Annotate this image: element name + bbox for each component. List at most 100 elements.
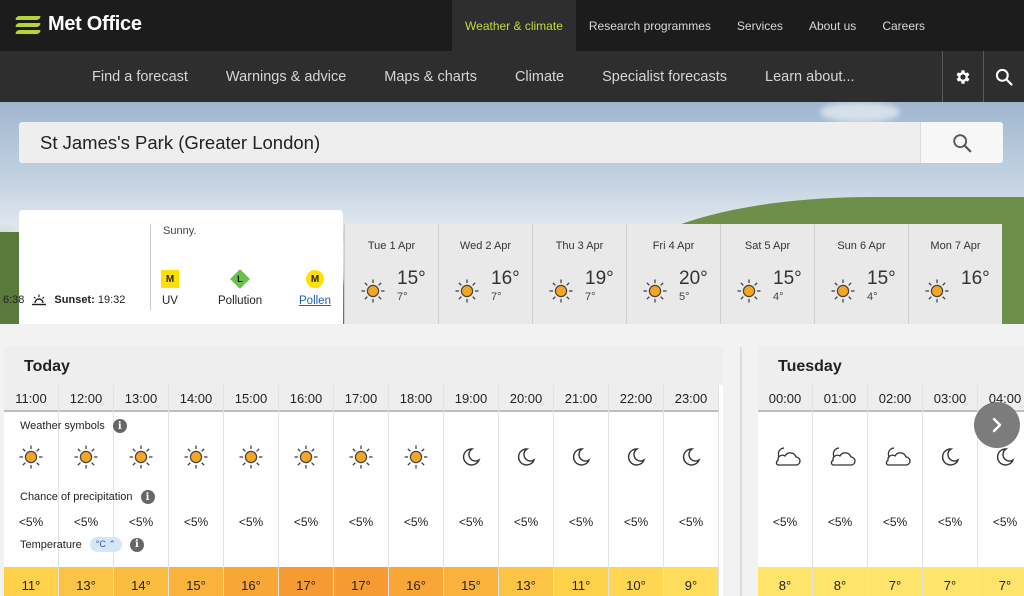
nav-find-forecast[interactable]: Find a forecast: [73, 51, 207, 102]
cloudy-night-icon: [885, 447, 911, 466]
top-nav-careers[interactable]: Careers: [869, 0, 1024, 51]
day-tab[interactable]: Sat 5 Apr 15° 4°: [720, 224, 814, 324]
sun-icon: [831, 279, 855, 303]
sun-icon: [19, 445, 43, 469]
day-tab[interactable]: Fri 4 Apr 20° 5°: [626, 224, 720, 324]
pollen-badge: M: [305, 270, 324, 288]
temperature-label: Temperature °C ⌃ i: [20, 537, 144, 552]
search-icon: [995, 68, 1013, 86]
hour-time: 01:00: [813, 385, 867, 412]
moon-icon: [462, 448, 481, 466]
sun-icon: [549, 279, 573, 303]
sun-icon: [349, 445, 373, 469]
today-heading: Today: [4, 347, 723, 385]
hour-temperature: 16°: [224, 567, 278, 596]
hour-temperature: 8°: [813, 567, 867, 596]
cloudy-night-icon: [775, 447, 801, 466]
sun-icon: [294, 445, 318, 469]
hour-temperature: 17°: [279, 567, 333, 596]
day-high-temp: 15°: [773, 268, 802, 289]
info-icon[interactable]: i: [140, 490, 155, 504]
sunset-time: 19:32: [97, 294, 126, 306]
tuesday-hourly-panel: Tuesday 00:00 <5% 8° 01:00 <5% 8° 02:00 <5% 7° 03…: [758, 347, 1024, 596]
precipitation-chance: <5%: [623, 515, 649, 529]
hour-temperature: 11°: [554, 567, 608, 596]
hour-temperature: 16°: [389, 567, 443, 596]
hour-time: 13:00: [114, 385, 168, 412]
day-tab[interactable]: Tue 1 Apr 15° 7°: [344, 224, 438, 324]
hour-temperature: 7°: [923, 567, 977, 596]
next-hours-button[interactable]: [974, 402, 1020, 448]
uv-indicator: M UV: [161, 270, 179, 307]
nav-warnings[interactable]: Warnings & advice: [207, 51, 365, 102]
nav-specialist[interactable]: Specialist forecasts: [583, 51, 746, 102]
location-hero: St James's Park (Greater London) 6:38 Su…: [0, 102, 1024, 324]
hour-temperature: 8°: [758, 567, 812, 596]
sun-icon: [239, 445, 263, 469]
day-tab[interactable]: Thu 3 Apr 19° 7°: [532, 224, 626, 324]
precipitation-chance: <5%: [293, 515, 319, 529]
top-bar: Met Office Weather & climate Research pr…: [0, 0, 1024, 51]
hour-time: 16:00: [279, 385, 333, 412]
temperature-unit-toggle[interactable]: °C ⌃: [89, 537, 122, 552]
day-tab[interactable]: Mon 7 Apr 16°: [908, 224, 1002, 324]
sunset-label: Sunset:: [54, 294, 95, 306]
precipitation-chance: <5%: [568, 515, 594, 529]
hour-time: 23:00: [664, 385, 718, 412]
daily-forecast-tabs: Tue 1 Apr 15° 7° Wed 2 Apr 16° 7° Thu 3 Apr 19°…: [344, 224, 1002, 324]
day-low-temp: 5°: [679, 291, 690, 303]
uv-badge: M: [161, 270, 179, 288]
hour-column: 14:00 <5% 15°: [169, 385, 224, 596]
met-office-logo[interactable]: Met Office: [14, 13, 142, 36]
precipitation-chance: <5%: [513, 515, 539, 529]
hour-time: 00:00: [758, 385, 812, 412]
info-icon[interactable]: i: [112, 419, 127, 433]
hour-column: 21:00 <5% 11°: [554, 385, 609, 596]
location-search-button[interactable]: [920, 122, 1003, 163]
logo-icon: [14, 14, 42, 36]
location-search: St James's Park (Greater London): [19, 122, 1003, 163]
top-nav: Weather & climate Research programmes Se…: [452, 0, 1024, 51]
nav-climate[interactable]: Climate: [496, 51, 583, 102]
search-icon: [953, 133, 972, 152]
day-label: Mon 7 Apr: [930, 240, 981, 252]
day-high-temp: 15°: [397, 268, 426, 289]
nav-maps-charts[interactable]: Maps & charts: [365, 51, 496, 102]
sun-icon: [737, 279, 761, 303]
hour-time: 18:00: [389, 385, 443, 412]
day-low-temp: 7°: [585, 291, 596, 303]
hour-temperature: 11°: [4, 567, 58, 596]
sun-icon: [184, 445, 208, 469]
main-nav: Find a forecast Warnings & advice Maps &…: [0, 51, 1024, 102]
top-nav-about[interactable]: About us: [796, 0, 869, 51]
sun-icon: [925, 279, 949, 303]
today-summary-card[interactable]: 6:38 Sunset: 19:32 Sunny. M UV L Polluti…: [3, 210, 343, 324]
top-nav-services[interactable]: Services: [724, 0, 796, 51]
day-label: Fri 4 Apr: [652, 240, 695, 252]
precipitation-chance: <5%: [403, 515, 429, 529]
hour-temperature: 9°: [664, 567, 718, 596]
hour-temperature: 7°: [978, 567, 1024, 596]
day-tab[interactable]: Wed 2 Apr 16° 7°: [438, 224, 532, 324]
hour-time: 17:00: [334, 385, 388, 412]
day-low-temp: 7°: [491, 291, 502, 303]
gear-icon: [956, 69, 970, 84]
day-label: Wed 2 Apr: [459, 240, 512, 252]
precipitation-chance: <5%: [183, 515, 209, 529]
hour-time: 21:00: [554, 385, 608, 412]
top-nav-weather-climate[interactable]: Weather & climate: [452, 0, 576, 51]
hour-time: 03:00: [923, 385, 977, 412]
hour-time: 15:00: [224, 385, 278, 412]
today-hourly-panel: Today 11:00 <5% 11° 12:00 <5% 13° 13:00 <5% 14° 1…: [4, 347, 723, 596]
sun-icon: [74, 445, 98, 469]
settings-button[interactable]: [942, 51, 983, 102]
day-tab[interactable]: Sun 6 Apr 15° 4°: [814, 224, 908, 324]
location-search-input[interactable]: St James's Park (Greater London): [19, 122, 920, 163]
pollen-link[interactable]: Pollen: [299, 295, 331, 307]
nav-search-button[interactable]: [983, 51, 1024, 102]
info-icon[interactable]: i: [129, 537, 144, 552]
hour-time: 02:00: [868, 385, 922, 412]
precipitation-chance: <5%: [772, 515, 798, 529]
top-nav-research[interactable]: Research programmes: [576, 0, 724, 51]
nav-learn-about[interactable]: Learn about...: [746, 51, 874, 102]
